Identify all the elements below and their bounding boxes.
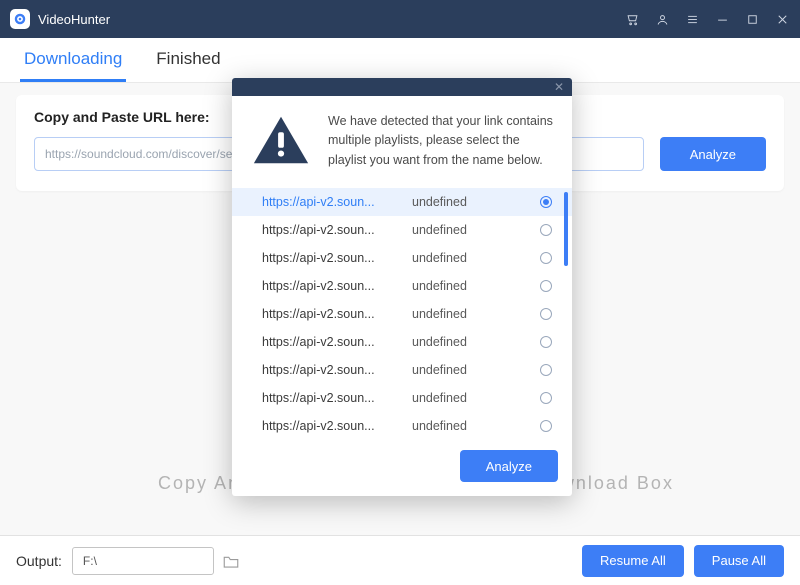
- playlist-item[interactable]: https://api-v2.soun...undefined: [232, 300, 572, 328]
- playlist-item[interactable]: https://api-v2.soun...undefined: [232, 216, 572, 244]
- radio-icon[interactable]: [540, 196, 552, 208]
- radio-icon[interactable]: [540, 364, 552, 376]
- playlist-item-url: https://api-v2.soun...: [262, 251, 402, 265]
- playlist-item-url: https://api-v2.soun...: [262, 391, 402, 405]
- playlist-item-url: https://api-v2.soun...: [262, 363, 402, 377]
- warning-icon: [250, 110, 312, 170]
- playlist-item-name: undefined: [402, 391, 540, 405]
- playlist-modal: ✕ We have detected that your link contai…: [232, 78, 572, 496]
- playlist-item-name: undefined: [402, 363, 540, 377]
- scrollbar-thumb[interactable]: [564, 192, 568, 266]
- app-logo: [10, 9, 30, 29]
- playlist-item-name: undefined: [402, 251, 540, 265]
- radio-icon[interactable]: [540, 280, 552, 292]
- playlist-item[interactable]: https://api-v2.soun...undefined: [232, 356, 572, 384]
- cart-icon[interactable]: [624, 11, 640, 27]
- browse-folder-icon[interactable]: [222, 553, 240, 569]
- playlist-item-url: https://api-v2.soun...: [262, 279, 402, 293]
- playlist-item-url: https://api-v2.soun...: [262, 307, 402, 321]
- modal-analyze-button[interactable]: Analyze: [460, 450, 558, 482]
- pause-all-button[interactable]: Pause All: [694, 545, 784, 577]
- playlist-item[interactable]: https://api-v2.soun...undefined: [232, 244, 572, 272]
- playlist-item-name: undefined: [402, 223, 540, 237]
- playlist-item-name: undefined: [402, 335, 540, 349]
- modal-header: ✕: [232, 78, 572, 96]
- playlist-item[interactable]: https://api-v2.soun...undefined: [232, 272, 572, 300]
- tabs: Downloading Finished: [0, 38, 800, 83]
- playlist-item-url: https://api-v2.soun...: [262, 223, 402, 237]
- radio-icon[interactable]: [540, 420, 552, 432]
- close-icon[interactable]: [774, 11, 790, 27]
- playlist-item[interactable]: https://api-v2.soun...undefined: [232, 188, 572, 216]
- output-label: Output:: [16, 553, 62, 569]
- minimize-icon[interactable]: [714, 11, 730, 27]
- radio-icon[interactable]: [540, 392, 552, 404]
- modal-message: We have detected that your link contains…: [328, 110, 554, 170]
- tab-finished[interactable]: Finished: [152, 39, 224, 82]
- playlist-item-name: undefined: [402, 307, 540, 321]
- analyze-button[interactable]: Analyze: [660, 137, 766, 171]
- maximize-icon[interactable]: [744, 11, 760, 27]
- playlist-item-name: undefined: [402, 419, 540, 433]
- titlebar: VideoHunter: [0, 0, 800, 38]
- app-title: VideoHunter: [38, 12, 624, 27]
- menu-icon[interactable]: [684, 11, 700, 27]
- resume-all-button[interactable]: Resume All: [582, 545, 684, 577]
- tab-downloading[interactable]: Downloading: [20, 39, 126, 82]
- footer: Output: Resume All Pause All: [0, 535, 800, 585]
- playlist-item[interactable]: https://api-v2.soun...undefined: [232, 328, 572, 356]
- output-path-input[interactable]: [72, 547, 214, 575]
- playlist-list: https://api-v2.soun...undefinedhttps://a…: [232, 188, 572, 440]
- playlist-item-name: undefined: [402, 195, 540, 209]
- playlist-item-url: https://api-v2.soun...: [262, 195, 402, 209]
- playlist-item-name: undefined: [402, 279, 540, 293]
- radio-icon[interactable]: [540, 336, 552, 348]
- radio-icon[interactable]: [540, 252, 552, 264]
- radio-icon[interactable]: [540, 224, 552, 236]
- playlist-item-url: https://api-v2.soun...: [262, 335, 402, 349]
- playlist-item[interactable]: https://api-v2.soun...undefined: [232, 412, 572, 440]
- playlist-item-url: https://api-v2.soun...: [262, 419, 402, 433]
- radio-icon[interactable]: [540, 308, 552, 320]
- user-icon[interactable]: [654, 11, 670, 27]
- modal-close-icon[interactable]: ✕: [554, 81, 564, 93]
- playlist-item[interactable]: https://api-v2.soun...undefined: [232, 384, 572, 412]
